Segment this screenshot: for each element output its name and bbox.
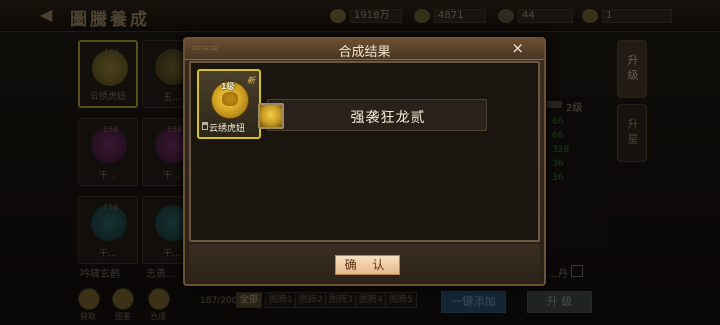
skill-name: 强袭狂龙贰 <box>350 110 426 126</box>
dialog-header: ♒♒♒ 合成结果 × <box>185 39 544 60</box>
close-button[interactable]: × <box>511 39 524 57</box>
lock-icon <box>202 122 208 130</box>
dialog-title: 合成结果 <box>338 45 391 60</box>
totem-name: 云绣虎妞 <box>209 124 246 134</box>
dialog-footer: 确 认 <box>189 244 540 284</box>
confirm-button[interactable]: 确 认 <box>335 255 400 275</box>
level-badge: 1级 <box>221 82 235 91</box>
skill-lion-icon[interactable] <box>258 103 284 129</box>
result-totem-card[interactable]: 1级 新 云绣虎妞 <box>197 69 261 139</box>
dialog-content: 1级 新 云绣虎妞 强袭狂龙贰 <box>189 61 540 242</box>
new-badge: 新 <box>247 76 255 85</box>
synthesis-result-dialog: ♒♒♒ 合成结果 × 1级 新 云绣虎妞 强袭狂龙贰 确 认 <box>183 37 546 286</box>
skill-row: 强袭狂龙贰 <box>258 99 487 131</box>
